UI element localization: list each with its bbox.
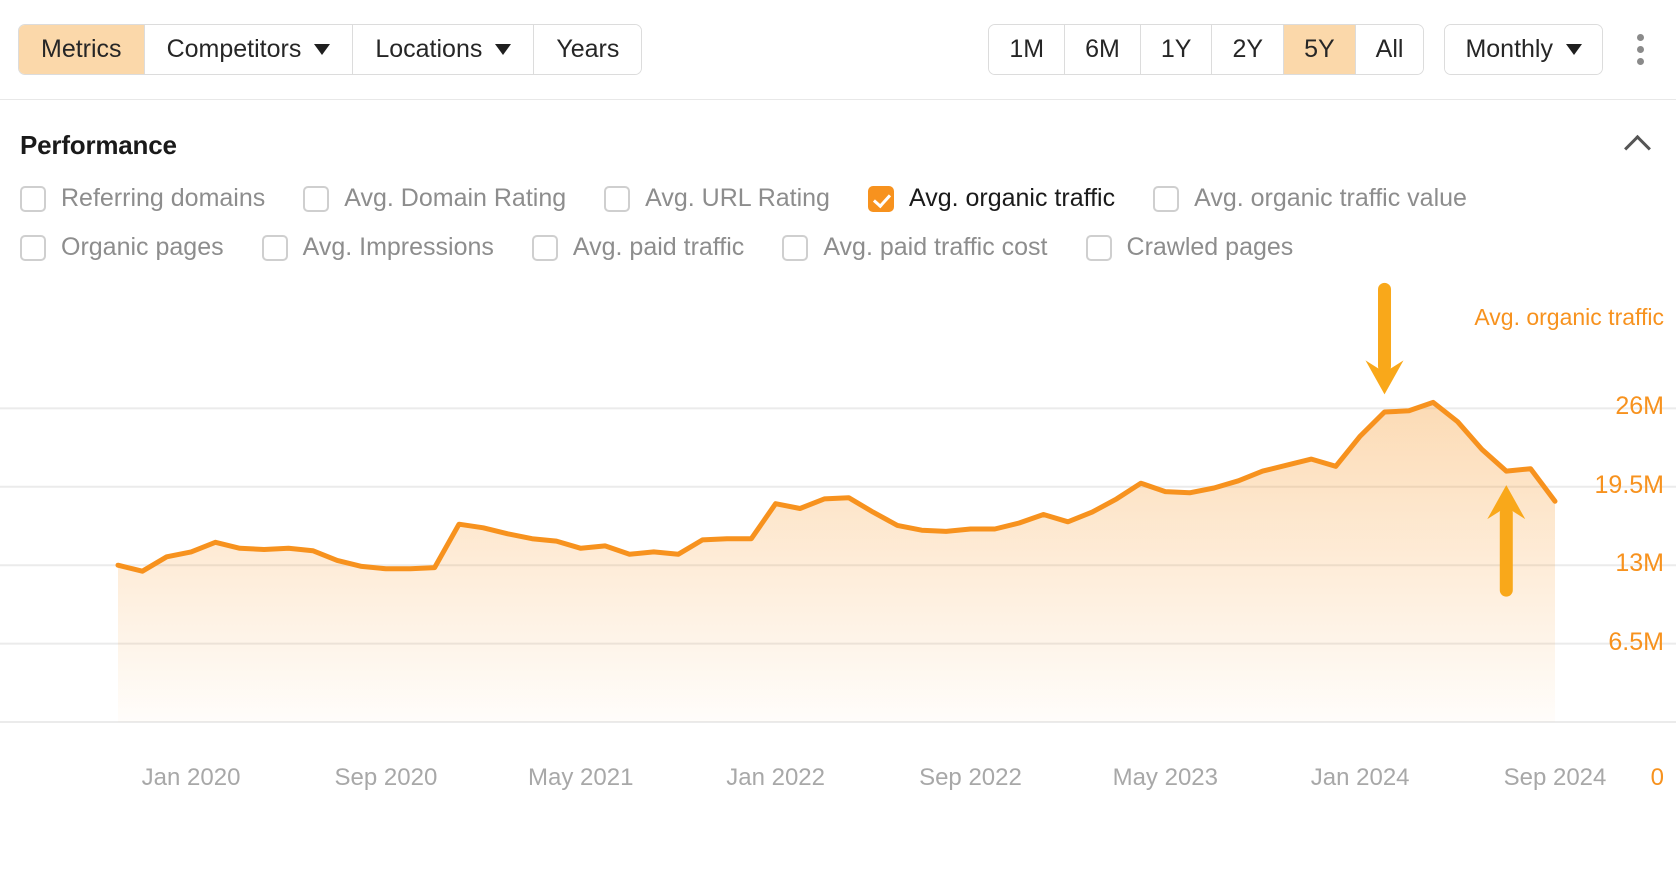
checkbox-label: Avg. paid traffic cost xyxy=(823,233,1047,262)
checkbox-avg-impressions[interactable]: Avg. Impressions xyxy=(262,233,494,262)
range-2y-label: 2Y xyxy=(1232,35,1263,64)
checkbox-box-icon xyxy=(20,186,46,212)
range-all[interactable]: All xyxy=(1356,25,1424,74)
chevron-up-icon xyxy=(1624,134,1651,161)
checkbox-label: Crawled pages xyxy=(1127,233,1294,262)
tab-metrics-label: Metrics xyxy=(41,35,122,64)
toolbar: Metrics Competitors Locations Years 1M 6… xyxy=(0,0,1676,100)
chevron-down-icon xyxy=(495,44,511,55)
chart-x-tick-label: Jan 2022 xyxy=(726,764,825,792)
checkbox-label: Avg. Impressions xyxy=(303,233,494,262)
tab-locations-label: Locations xyxy=(375,35,482,64)
range-2y[interactable]: 2Y xyxy=(1212,25,1284,74)
checkbox-box-icon xyxy=(303,186,329,212)
chart-y-tick-label: 6.5M xyxy=(1608,628,1664,657)
checkbox-label: Avg. organic traffic value xyxy=(1194,184,1467,213)
chart-y-tick-label: 13M xyxy=(1615,549,1664,578)
metric-checkbox-row: Organic pages Avg. Impressions Avg. paid… xyxy=(20,233,1656,262)
chart-x-tick-label: Sep 2024 xyxy=(1504,764,1607,792)
checkbox-box-icon xyxy=(532,235,558,261)
checkbox-label: Avg. Domain Rating xyxy=(344,184,566,213)
granularity-select[interactable]: Monthly xyxy=(1444,24,1603,75)
checkbox-label: Referring domains xyxy=(61,184,265,213)
chart-x-tick-label: May 2021 xyxy=(528,764,633,792)
chart-series-label: Avg. organic traffic xyxy=(1474,304,1664,331)
chart-x-tick-label: May 2023 xyxy=(1113,764,1218,792)
range-6m[interactable]: 6M xyxy=(1065,25,1141,74)
chart-x-tick-label: Jan 2020 xyxy=(142,764,241,792)
checkbox-avg-paid-traffic[interactable]: Avg. paid traffic xyxy=(532,233,744,262)
view-tabs-group: Metrics Competitors Locations Years xyxy=(18,24,642,75)
chart-y-tick-label: 26M xyxy=(1615,392,1664,421)
page-title: Performance xyxy=(20,130,177,161)
time-range-group: 1M 6M 1Y 2Y 5Y All xyxy=(988,24,1424,75)
annotation-arrow-down-icon xyxy=(1366,289,1404,394)
chart-x-tick-label: Sep 2022 xyxy=(919,764,1022,792)
tab-years[interactable]: Years xyxy=(534,25,641,74)
checkbox-avg-url-rating[interactable]: Avg. URL Rating xyxy=(604,184,830,213)
checkbox-crawled-pages[interactable]: Crawled pages xyxy=(1086,233,1294,262)
granularity-label: Monthly xyxy=(1465,35,1553,64)
chart-canvas[interactable] xyxy=(0,282,1676,802)
checkbox-box-icon xyxy=(782,235,808,261)
performance-chart[interactable]: Avg. organic traffic 26M 19.5M 13M 6.5M Jan… xyxy=(0,282,1676,802)
checkbox-checked-icon xyxy=(868,186,894,212)
granularity-select-inner[interactable]: Monthly xyxy=(1445,25,1602,74)
checkbox-label: Organic pages xyxy=(61,233,224,262)
chart-x-tick-label: Jan 2024 xyxy=(1311,764,1410,792)
checkbox-label: Avg. paid traffic xyxy=(573,233,744,262)
checkbox-avg-organic-traffic[interactable]: Avg. organic traffic xyxy=(868,184,1115,213)
range-1m[interactable]: 1M xyxy=(989,25,1065,74)
tab-years-label: Years xyxy=(556,35,619,64)
checkbox-referring-domains[interactable]: Referring domains xyxy=(20,184,265,213)
chart-y-tick-label: 19.5M xyxy=(1595,471,1664,500)
range-1y-label: 1Y xyxy=(1161,35,1192,64)
checkbox-box-icon xyxy=(1153,186,1179,212)
tab-metrics[interactable]: Metrics xyxy=(19,25,145,74)
metric-checkbox-list: Referring domains Avg. Domain Rating Avg… xyxy=(0,162,1676,262)
checkbox-organic-pages[interactable]: Organic pages xyxy=(20,233,224,262)
range-5y-label: 5Y xyxy=(1304,35,1335,64)
checkbox-box-icon xyxy=(262,235,288,261)
checkbox-box-icon xyxy=(1086,235,1112,261)
checkbox-avg-organic-traffic-value[interactable]: Avg. organic traffic value xyxy=(1153,184,1467,213)
tab-competitors[interactable]: Competitors xyxy=(145,25,354,74)
performance-section-header: Performance xyxy=(0,100,1676,162)
metric-checkbox-row: Referring domains Avg. Domain Rating Avg… xyxy=(20,184,1656,213)
range-1y[interactable]: 1Y xyxy=(1141,25,1213,74)
collapse-section-button[interactable] xyxy=(1620,128,1654,162)
tab-locations[interactable]: Locations xyxy=(353,25,534,74)
checkbox-avg-paid-traffic-cost[interactable]: Avg. paid traffic cost xyxy=(782,233,1047,262)
checkbox-box-icon xyxy=(20,235,46,261)
range-1m-label: 1M xyxy=(1009,35,1044,64)
range-all-label: All xyxy=(1376,35,1404,64)
chevron-down-icon xyxy=(1566,44,1582,55)
kebab-menu-icon[interactable] xyxy=(1631,28,1650,71)
tab-competitors-label: Competitors xyxy=(167,35,302,64)
checkbox-label: Avg. organic traffic xyxy=(909,184,1115,213)
chevron-down-icon xyxy=(314,44,330,55)
chart-area-fill xyxy=(118,402,1555,722)
range-5y[interactable]: 5Y xyxy=(1284,25,1356,74)
range-6m-label: 6M xyxy=(1085,35,1120,64)
chart-y-zero-label: 0 xyxy=(1651,764,1664,792)
chart-x-tick-label: Sep 2020 xyxy=(335,764,438,792)
checkbox-box-icon xyxy=(604,186,630,212)
checkbox-avg-domain-rating[interactable]: Avg. Domain Rating xyxy=(303,184,566,213)
checkbox-label: Avg. URL Rating xyxy=(645,184,830,213)
